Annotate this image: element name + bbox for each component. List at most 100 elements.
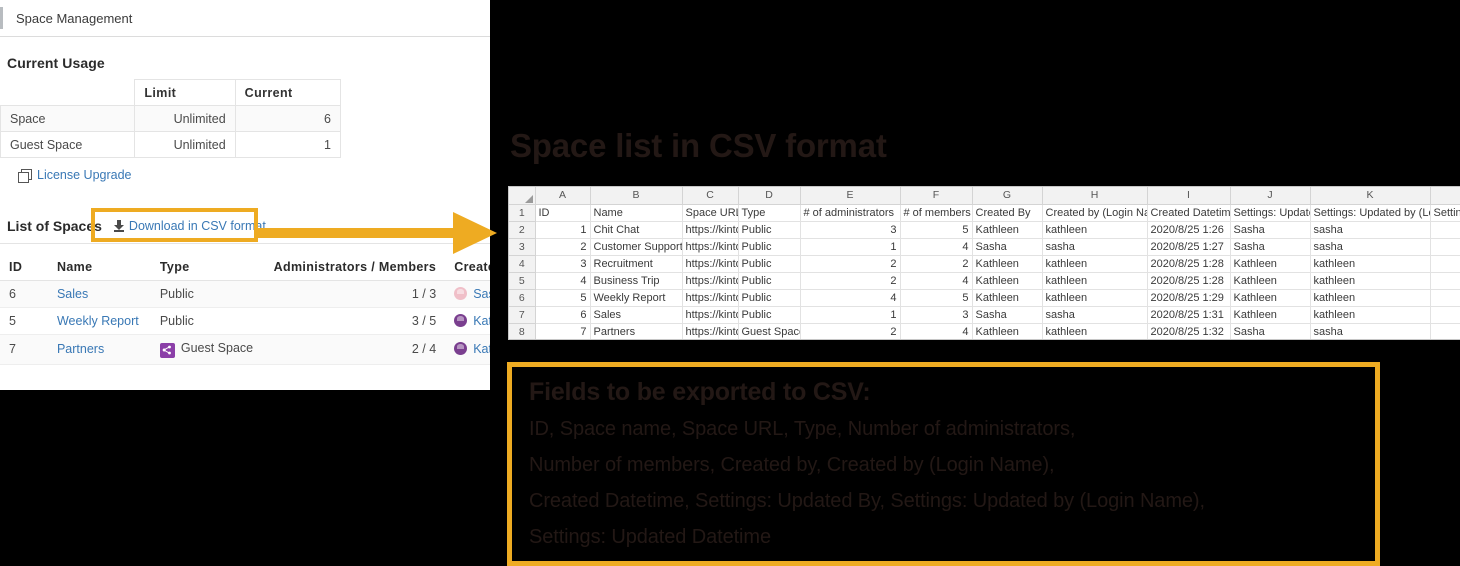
spreadsheet-cell[interactable]: Chit Chat (590, 221, 682, 238)
row-header-2[interactable]: 2 (509, 221, 535, 238)
spreadsheet-cell[interactable]: 2 (900, 255, 972, 272)
spreadsheet-cell[interactable]: kathleen (1042, 255, 1147, 272)
spreadsheet-cell[interactable]: Customer Support (590, 238, 682, 255)
spreadsheet-cell[interactable]: Guest Space (738, 323, 800, 340)
spreadsheet-cell[interactable]: Public (738, 289, 800, 306)
spreadsheet-cell[interactable]: https://kintone (682, 306, 738, 323)
column-header-f[interactable]: F (900, 187, 972, 204)
spreadsheet-cell[interactable]: sasha (1042, 306, 1147, 323)
spreadsheet-cell[interactable]: 3 (900, 306, 972, 323)
spreadsheet-cell[interactable]: 2020/8/25 1:28 (1147, 272, 1230, 289)
spreadsheet-cell[interactable]: Kathleen (1230, 306, 1310, 323)
spreadsheet-cell[interactable]: Sasha (972, 306, 1042, 323)
spreadsheet-cell[interactable]: Public (738, 255, 800, 272)
row-header-4[interactable]: 4 (509, 255, 535, 272)
spreadsheet-cell[interactable]: 4 (900, 323, 972, 340)
column-header-e[interactable]: E (800, 187, 900, 204)
spreadsheet-cell[interactable]: Created Datetime (1147, 204, 1230, 221)
spreadsheet-cell[interactable]: Kathleen (1230, 255, 1310, 272)
column-header-b[interactable]: B (590, 187, 682, 204)
spreadsheet-cell[interactable]: https://kintone (682, 238, 738, 255)
spreadsheet-cell[interactable]: Weekly Report (590, 289, 682, 306)
spreadsheet-cell[interactable]: Public (738, 221, 800, 238)
spreadsheet-cell[interactable]: 2020/8/25 1:26 (1147, 221, 1230, 238)
spreadsheet-cell[interactable]: 4 (535, 272, 590, 289)
spreadsheet-cell[interactable]: 5 (900, 221, 972, 238)
created-by-link[interactable]: Kathle (473, 342, 490, 356)
spreadsheet-cell[interactable]: 2 (800, 272, 900, 289)
spreadsheet-cell[interactable]: Kathleen (972, 272, 1042, 289)
spreadsheet-cell[interactable]: Sasha (1230, 323, 1310, 340)
spreadsheet-cell[interactable]: https://kintone (682, 272, 738, 289)
tab-space-management[interactable]: Space Management (0, 0, 146, 36)
column-header-a[interactable]: A (535, 187, 590, 204)
spreadsheet-cell[interactable]: kathleen (1042, 221, 1147, 238)
column-header-d[interactable]: D (738, 187, 800, 204)
column-header-k[interactable]: K (1310, 187, 1430, 204)
spreadsheet-cell[interactable]: Sasha (1230, 238, 1310, 255)
spreadsheet-cell[interactable]: 4 (900, 238, 972, 255)
spreadsheet-cell[interactable]: Sasha (1230, 221, 1310, 238)
space-name-link[interactable]: Sales (57, 287, 88, 301)
license-upgrade-link[interactable]: License Upgrade (37, 168, 132, 182)
spreadsheet-cell[interactable]: kathleen (1310, 306, 1430, 323)
spreadsheet-cell[interactable]: 2020/8/25 1:31 (1147, 306, 1230, 323)
row-header-7[interactable]: 7 (509, 306, 535, 323)
spreadsheet-cell[interactable]: Recruitment (590, 255, 682, 272)
spreadsheet-cell[interactable]: sasha (1310, 323, 1430, 340)
column-header-g[interactable]: G (972, 187, 1042, 204)
row-header-6[interactable]: 6 (509, 289, 535, 306)
spreadsheet-cell[interactable]: kathleen (1042, 323, 1147, 340)
spreadsheet-cell[interactable]: Sales (590, 306, 682, 323)
spreadsheet-cell[interactable]: 2020/8/25 1:32 (1147, 323, 1230, 340)
spreadsheet-cell[interactable]: sasha (1042, 238, 1147, 255)
spreadsheet-cell[interactable]: # of administrators (800, 204, 900, 221)
spreadsheet-cell[interactable]: Settings: Updated Datetime (1430, 204, 1460, 221)
spreadsheet-cell[interactable]: 2020/8/25 2:10 (1430, 221, 1460, 238)
spreadsheet-cell[interactable]: 2020/8/25 14:13 (1430, 306, 1460, 323)
spreadsheet-cell[interactable]: Public (738, 238, 800, 255)
spreadsheet-cell[interactable]: 2020/8/25 1:28 (1147, 255, 1230, 272)
spreadsheet-cell[interactable]: kathleen (1310, 272, 1430, 289)
spreadsheet-cell[interactable]: Settings: Updated By (1230, 204, 1310, 221)
column-header-h[interactable]: H (1042, 187, 1147, 204)
spreadsheet-cell[interactable]: kathleen (1042, 289, 1147, 306)
spreadsheet-cell[interactable]: https://kintone (682, 221, 738, 238)
spreadsheet-cell[interactable]: Settings: Updated by (Login Name) (1310, 204, 1430, 221)
column-header-i[interactable]: I (1147, 187, 1230, 204)
spreadsheet-cell[interactable]: Kathleen (972, 255, 1042, 272)
spreadsheet-cell[interactable]: kathleen (1042, 272, 1147, 289)
spreadsheet-cell[interactable]: Type (738, 204, 800, 221)
spreadsheet-cell[interactable]: 4 (900, 272, 972, 289)
spreadsheet-cell[interactable]: 6 (535, 306, 590, 323)
spreadsheet-cell[interactable]: 2020/8/25 1:29 (1147, 289, 1230, 306)
spreadsheet-cell[interactable]: https://kintone (682, 323, 738, 340)
row-header-8[interactable]: 8 (509, 323, 535, 340)
row-header-3[interactable]: 3 (509, 238, 535, 255)
spreadsheet-cell[interactable]: Sasha (972, 238, 1042, 255)
spreadsheet-cell[interactable]: Public (738, 272, 800, 289)
spreadsheet-cell[interactable]: Kathleen (972, 221, 1042, 238)
select-all-corner[interactable] (509, 187, 535, 204)
created-by-link[interactable]: Kathle (473, 314, 490, 328)
spreadsheet-cell[interactable]: Kathleen (972, 289, 1042, 306)
spreadsheet-cell[interactable]: Created by (Login Name) (1042, 204, 1147, 221)
spreadsheet-cell[interactable]: https://kintone (682, 289, 738, 306)
spreadsheet-cell[interactable]: Business Trip (590, 272, 682, 289)
spreadsheet-cell[interactable]: ID (535, 204, 590, 221)
csv-spreadsheet[interactable]: ABCDEFGHIJKL 1IDNameSpace URLType# of ad… (508, 186, 1460, 340)
spreadsheet-cell[interactable]: 2020/8/25 1:27 (1147, 238, 1230, 255)
spreadsheet-cell[interactable]: https://kintone (682, 255, 738, 272)
column-header-c[interactable]: C (682, 187, 738, 204)
spreadsheet-cell[interactable]: 2 (535, 238, 590, 255)
spreadsheet-cell[interactable]: kathleen (1310, 255, 1430, 272)
spreadsheet-cell[interactable]: 2020/8/25 1:28 (1430, 255, 1460, 272)
spreadsheet-cell[interactable]: Kathleen (972, 323, 1042, 340)
spreadsheet-cell[interactable]: sasha (1310, 238, 1430, 255)
spreadsheet-cell[interactable]: Kathleen (1230, 272, 1310, 289)
spreadsheet-cell[interactable]: Created By (972, 204, 1042, 221)
column-header-l[interactable]: L (1430, 187, 1460, 204)
space-name-link[interactable]: Partners (57, 342, 104, 356)
spreadsheet-cell[interactable]: 2020/8/25 2:08 (1430, 272, 1460, 289)
spreadsheet-cell[interactable]: 2020/8/25 14:12 (1430, 289, 1460, 306)
